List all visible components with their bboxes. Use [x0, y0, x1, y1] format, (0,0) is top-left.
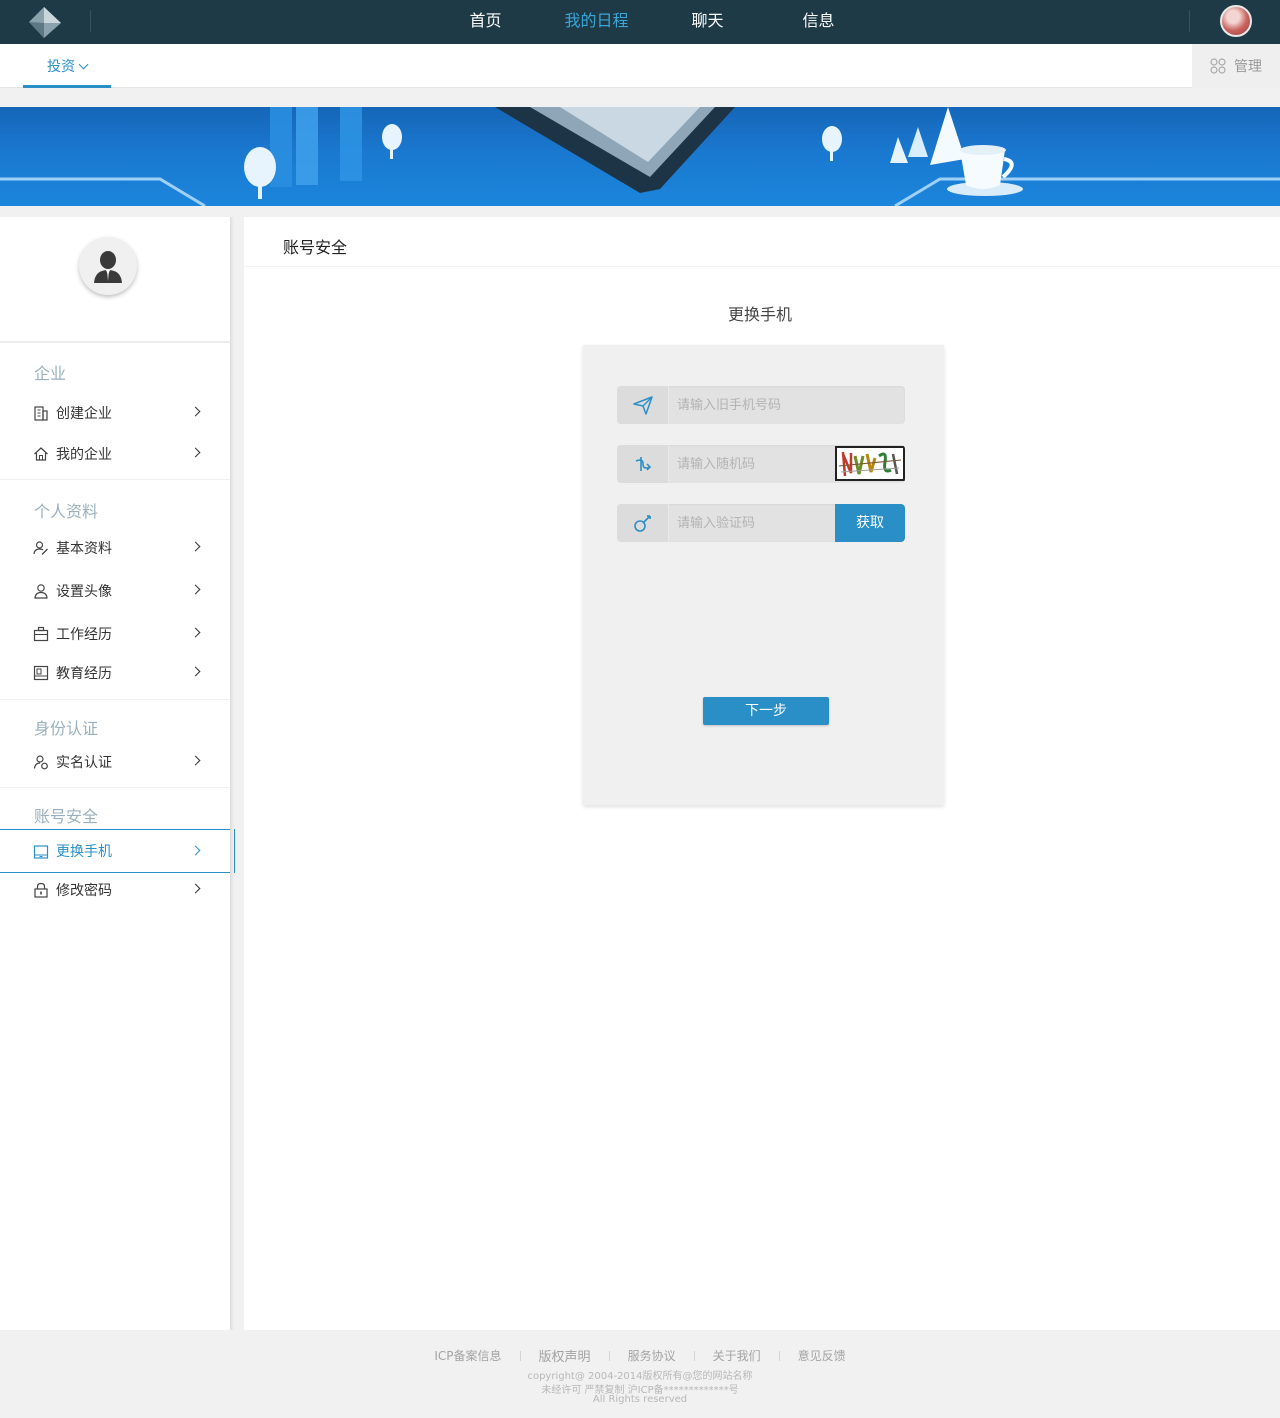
chevron-right-icon	[190, 627, 201, 638]
divider	[1189, 10, 1190, 32]
lock-icon	[34, 882, 48, 898]
sidebar: 企业 创建企业 我的企业 个人资料 基本资料 设置头像 工作经历 教育经历 身份…	[0, 217, 235, 1330]
nav-item-my-schedule[interactable]: 我的日程	[541, 0, 652, 44]
briefcase-icon	[33, 626, 49, 642]
sidebar-item-set-avatar[interactable]: 设置头像	[0, 571, 230, 611]
home-icon	[34, 447, 48, 461]
chevron-right-icon	[190, 584, 201, 595]
divider	[90, 10, 91, 32]
nav-item-home[interactable]: 首页	[430, 0, 541, 44]
next-step-button[interactable]: 下一步	[703, 697, 829, 725]
chevron-right-icon	[190, 883, 201, 894]
chevron-right-icon	[190, 406, 201, 417]
chevron-right-icon	[190, 666, 201, 677]
random-icon	[617, 445, 669, 483]
user-silhouette-icon	[94, 251, 122, 283]
tablet-icon	[33, 845, 49, 859]
book-icon	[33, 665, 49, 681]
old-phone-field	[617, 386, 905, 424]
divider	[0, 787, 230, 788]
tab-invest-label: 投资	[47, 59, 75, 75]
random-code-input[interactable]	[677, 445, 827, 483]
chevron-right-icon	[190, 447, 201, 458]
grid-icon	[1210, 58, 1226, 74]
profile-avatar[interactable]	[79, 237, 137, 295]
chevron-down-icon	[78, 59, 89, 70]
sidebar-item-real-name[interactable]: 实名认证	[0, 742, 230, 782]
user-icon	[34, 584, 48, 599]
change-phone-form: 获取 下一步	[583, 345, 944, 805]
divider	[0, 699, 230, 700]
chevron-right-icon	[190, 845, 201, 856]
old-phone-input[interactable]	[677, 386, 827, 424]
tab-invest[interactable]: 投资	[23, 44, 111, 88]
sidebar-item-label: 教育经历	[56, 666, 112, 682]
sidebar-item-label: 工作经历	[56, 627, 112, 643]
sidebar-item-change-password[interactable]: 修改密码	[0, 870, 230, 910]
sidebar-item-change-phone[interactable]: 更换手机	[0, 829, 235, 873]
copyright-text: copyright@ 2004-2014版权所有@您的网站名称	[527, 1371, 753, 1382]
sidebar-shadow	[230, 217, 234, 1330]
sidebar-item-label: 我的企业	[56, 447, 112, 463]
sidebar-item-basic-info[interactable]: 基本资料	[0, 528, 230, 568]
get-code-button[interactable]: 获取	[835, 504, 905, 542]
manage-button[interactable]: 管理	[1192, 44, 1280, 88]
send-icon	[617, 386, 669, 424]
nav-item-messages[interactable]: 信息	[763, 0, 874, 44]
sidebar-item-label: 更换手机	[56, 844, 112, 860]
footer-link-about[interactable]: 关于我们	[695, 1347, 779, 1364]
random-code-field	[617, 445, 905, 483]
footer-link-feedback[interactable]: 意见反馈	[780, 1347, 864, 1364]
sidebar-item-label: 创建企业	[56, 406, 112, 422]
divider	[0, 341, 230, 343]
footer-link-terms[interactable]: 服务协议	[610, 1347, 694, 1364]
main-nav: 首页 我的日程 聊天 信息	[430, 0, 874, 44]
logo-icon[interactable]	[26, 4, 64, 40]
sidebar-item-label: 设置头像	[56, 584, 112, 600]
user-verify-icon	[33, 755, 48, 770]
chevron-right-icon	[190, 541, 201, 552]
sidebar-item-label: 实名认证	[56, 755, 112, 771]
section-title-profile: 个人资料	[34, 502, 99, 521]
verify-code-field: 获取	[617, 504, 905, 542]
building-icon	[34, 406, 48, 421]
manage-label: 管理	[1234, 59, 1262, 75]
main-content: 账号安全 更换手机 请输入旧手机号码 请输入随机码 请输入验证码 获取 下一步	[244, 217, 1280, 1330]
sidebar-item-create-company[interactable]: 创建企业	[0, 393, 230, 433]
divider	[244, 266, 1280, 267]
sidebar-item-label: 修改密码	[56, 883, 112, 899]
verify-code-input[interactable]	[677, 504, 827, 542]
page-title: 账号安全	[283, 238, 348, 257]
rights-text: All Rights reserved	[592, 1394, 688, 1405]
nav-item-chat[interactable]: 聊天	[652, 0, 763, 44]
key-icon	[617, 504, 669, 542]
divider	[0, 479, 230, 480]
chevron-right-icon	[190, 755, 201, 766]
section-title-account-security: 账号安全	[34, 807, 99, 826]
sidebar-item-work-experience[interactable]: 工作经历	[0, 614, 230, 654]
sidebar-item-my-company[interactable]: 我的企业	[0, 434, 230, 474]
footer-link-copyright[interactable]: 版权声明	[521, 1346, 609, 1365]
footer-link-icp[interactable]: ICP备案信息	[416, 1347, 519, 1364]
sidebar-item-education[interactable]: 教育经历	[0, 653, 230, 693]
captcha-image[interactable]	[835, 446, 905, 481]
section-title-company: 企业	[34, 364, 67, 383]
footer: ICP备案信息 版权声明 服务协议 关于我们 意见反馈 copyright@ 2…	[0, 1330, 1280, 1418]
sidebar-item-label: 基本资料	[56, 541, 112, 557]
user-avatar[interactable]	[1220, 5, 1252, 37]
footer-links: ICP备案信息 版权声明 服务协议 关于我们 意见反馈	[0, 1346, 1280, 1365]
hero-banner	[0, 107, 1280, 206]
top-navigation-bar: 首页 我的日程 聊天 信息	[0, 0, 1280, 44]
sub-navigation-bar: 投资 管理	[0, 44, 1280, 88]
form-title: 更换手机	[728, 305, 793, 324]
section-title-identity: 身份认证	[34, 719, 99, 738]
user-edit-icon	[33, 541, 48, 555]
